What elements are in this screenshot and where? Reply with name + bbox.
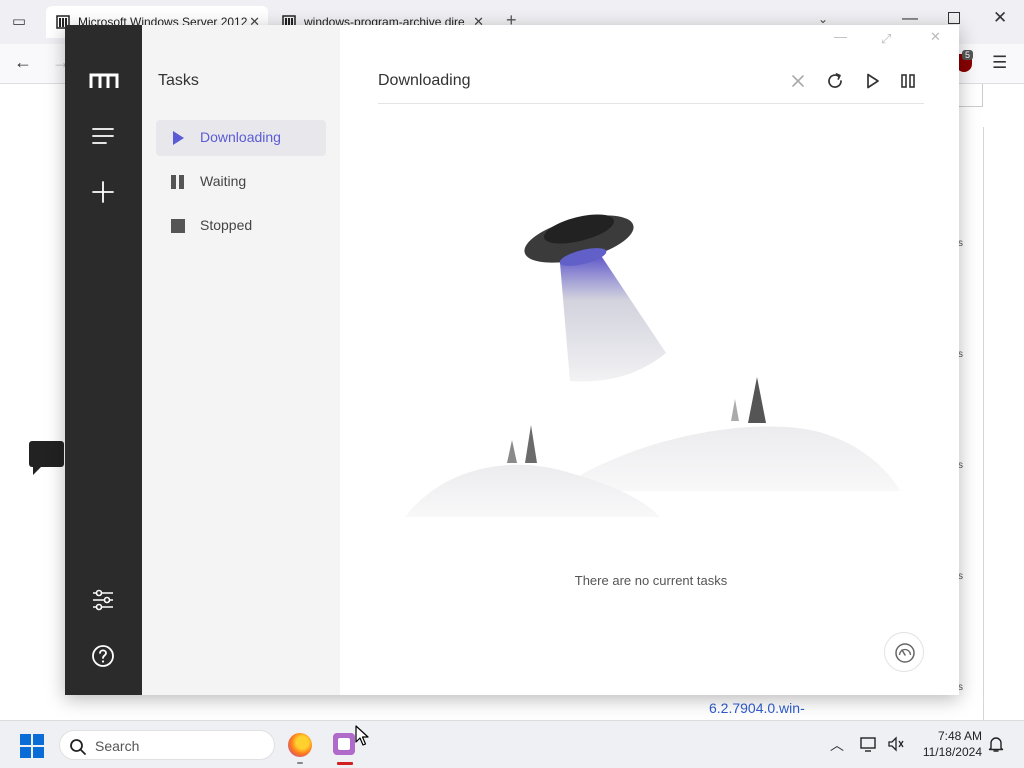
ufo-empty-illustration [405,214,900,517]
nav-item-label: Stopped [200,217,253,233]
restore-icon[interactable] [948,12,960,24]
mouse-cursor-icon [355,725,369,746]
pause-icon [171,175,184,189]
page-title: Downloading [378,72,471,89]
add-task-icon[interactable] [90,179,116,205]
notification-bell-icon[interactable] [988,735,1004,753]
clock-time[interactable]: 7:48 AM [918,729,982,743]
nav-item-stopped[interactable]: Stopped [156,208,326,244]
pause-all-icon[interactable] [897,70,919,92]
tab-list-icon[interactable]: ▭ [8,12,30,32]
resume-all-icon[interactable] [861,70,883,92]
speedometer-button[interactable] [884,632,924,672]
network-icon[interactable] [860,736,878,752]
chevron-down-icon[interactable]: ⌄ [818,12,828,26]
motrix-logo-icon [89,73,119,88]
page-column-border [983,127,1024,720]
speedometer-icon [895,643,915,663]
close-icon[interactable] [787,70,809,92]
chat-icon[interactable] [29,441,64,475]
nav-item-waiting[interactable]: Waiting [156,164,326,200]
empty-state-message: There are no current tasks [574,573,728,588]
page-link[interactable]: 6.2.7904.0.win- [709,700,805,716]
running-indicator [297,762,303,764]
app-close-icon[interactable]: ✕ [930,29,941,45]
back-arrow-icon[interactable]: ← [14,52,32,73]
stop-icon [171,219,185,233]
nav-item-label: Downloading [200,129,281,145]
nav-title: Tasks [158,72,199,89]
search-placeholder: Search [95,738,140,754]
clock-date[interactable]: 11/18/2024 [918,745,982,759]
taskbar-search-input[interactable]: Search [59,730,275,760]
ublock-badge: 5 [962,50,974,60]
windows-start-icon[interactable] [20,734,44,758]
help-icon[interactable] [90,643,116,669]
firefox-icon[interactable] [288,733,312,757]
active-indicator [337,762,353,765]
app-maximize-icon[interactable]: ⤢ [881,31,891,47]
header-divider [378,103,924,104]
close-window-icon[interactable]: ✕ [993,8,1007,28]
task-nav: Tasks Downloading Waiting Stopped [142,25,340,695]
search-icon [70,739,86,755]
app-minimize-icon[interactable]: — [834,29,847,44]
nav-item-downloading[interactable]: Downloading [156,120,326,156]
motrix-taskbar-icon[interactable] [333,733,355,755]
nav-item-label: Waiting [200,173,247,189]
app-sidebar [65,25,142,695]
menu-icon[interactable] [90,123,116,149]
page-box [958,84,983,107]
motrix-window: Tasks Downloading Waiting Stopped — ⤢ ✕ … [65,25,959,695]
settings-sliders-icon[interactable] [90,587,116,613]
volume-muted-icon[interactable] [887,736,905,752]
windows-taskbar: Search ︿ 7:48 AM 11/18/2024 [0,720,1024,768]
play-icon [173,131,184,145]
hamburger-menu-icon[interactable]: ☰ [992,53,1007,73]
refresh-icon[interactable] [824,70,846,92]
show-hidden-icons-icon[interactable]: ︿ [830,735,844,755]
